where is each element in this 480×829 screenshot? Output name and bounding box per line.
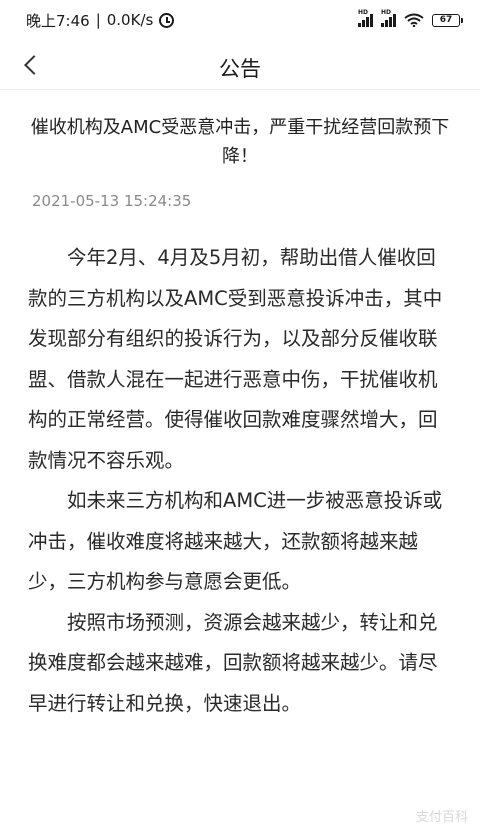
navigation-bar: 公告 xyxy=(0,40,480,90)
page-title: 公告 xyxy=(219,57,261,81)
battery-level: 67 xyxy=(439,15,453,25)
signal-icon-1: HD xyxy=(358,9,373,27)
wifi-icon xyxy=(404,13,424,27)
paragraph-3: 按照市场预测，资源会越来越少，转让和兑换难度都会越来越难，回款额将越来越少。请尽… xyxy=(28,610,438,715)
signal-icon-2: HD xyxy=(381,9,396,27)
status-bar: 晚上7:46 | 0.0K/s HD HD 67 xyxy=(0,0,480,40)
paragraph-2: 如未来三方机构和AMC进一步被恶意投诉或冲击，催收难度将越来越大，还款额将越来越… xyxy=(28,489,443,593)
alarm-icon xyxy=(159,12,175,28)
status-right: HD HD 67 xyxy=(358,9,463,27)
signal-1-hd-label: HD xyxy=(358,9,369,16)
status-left: 晚上7:46 | 0.0K/s xyxy=(26,10,175,31)
battery-icon: 67 xyxy=(432,13,463,27)
article-date: 2021-05-13 15:24:35 xyxy=(32,192,192,210)
article-title: 催收机构及AMC受恶意冲击，严重干扰经营回款预下降！ xyxy=(30,117,450,167)
announcement-page: 晚上7:46 | 0.0K/s HD HD 67 公告 催收机构及AMC受恶意冲… xyxy=(0,0,480,829)
watermark: 支付百科 xyxy=(415,810,468,825)
network-speed: 0.0K/s xyxy=(106,11,154,29)
status-time: 晚上7:46 xyxy=(26,11,90,30)
paragraph-1: 今年2月、4月及5月初，帮助出借人催收回款的三方机构以及AMC受到恶意投诉冲击，… xyxy=(28,246,443,472)
status-separator: | xyxy=(95,11,101,29)
signal-2-hd-label: HD xyxy=(381,9,392,16)
article-body: 今年2月、4月及5月初，帮助出借人催收回款的三方机构以及AMC受到恶意投诉冲击，… xyxy=(28,238,452,724)
